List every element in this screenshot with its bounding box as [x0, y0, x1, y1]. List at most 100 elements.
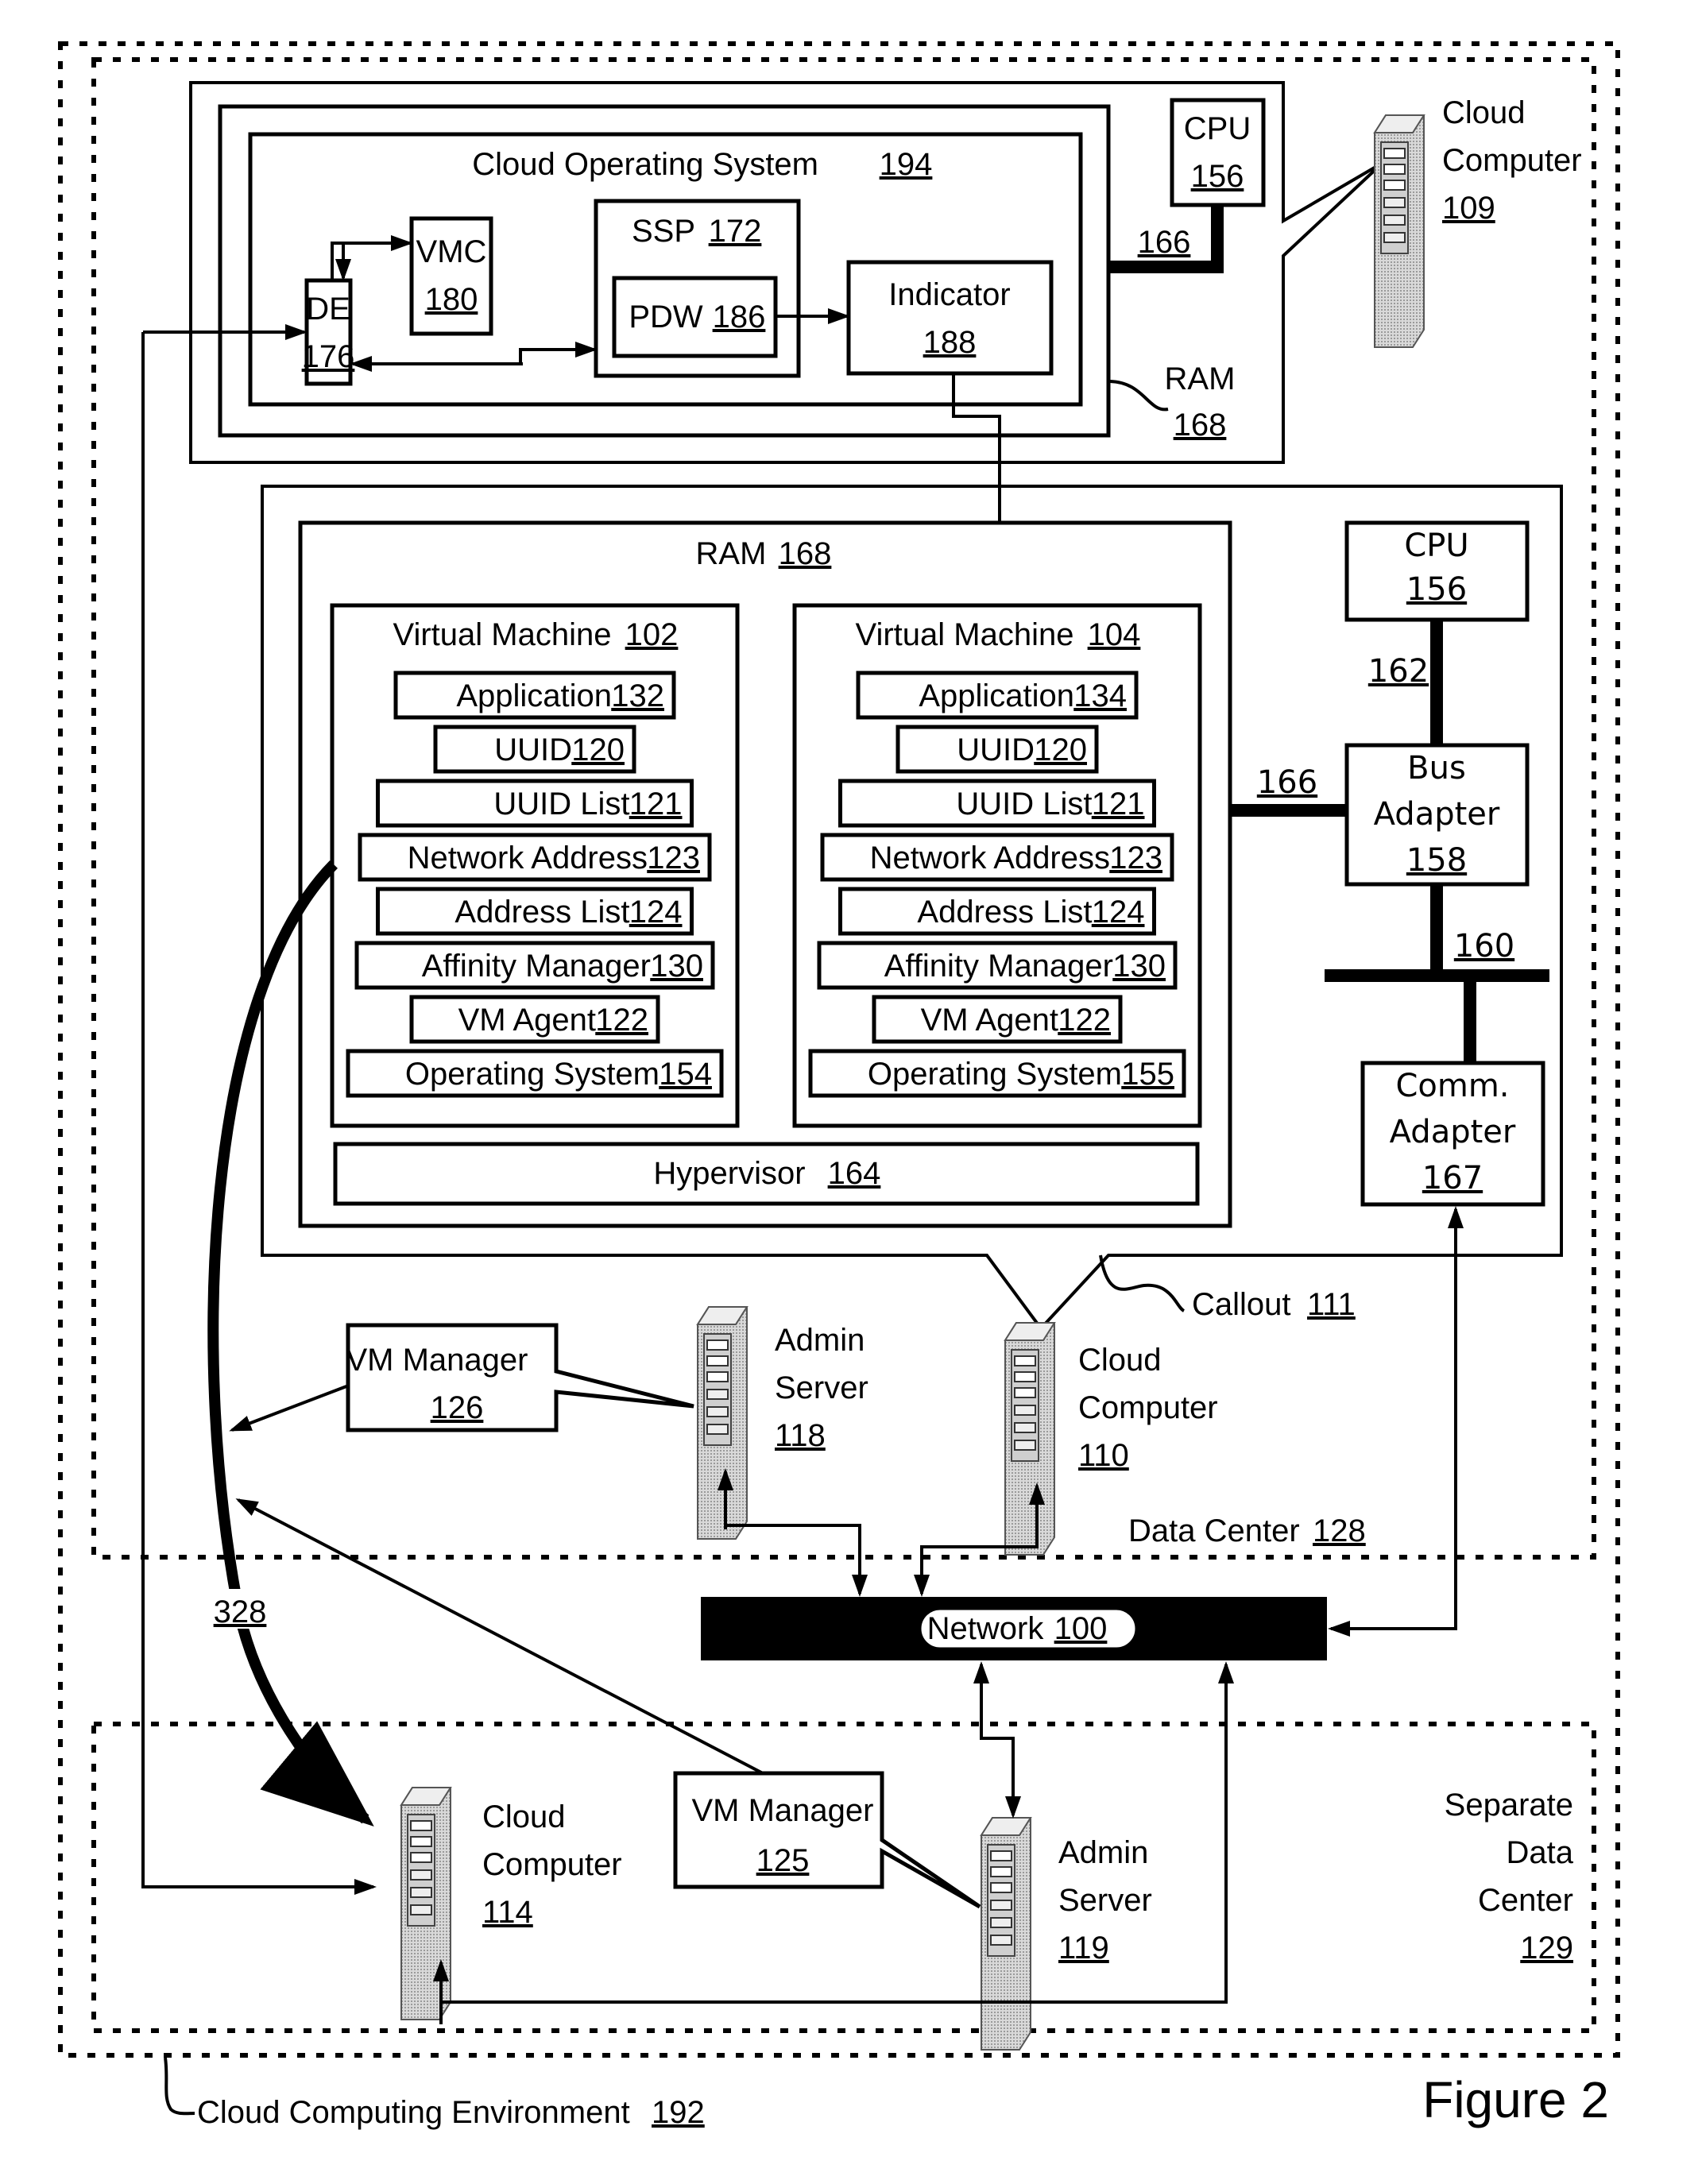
bus-adapter-num: 158	[1406, 842, 1467, 879]
vm-item-label: VM Agent	[921, 1003, 1058, 1038]
callout-111-label: Callout	[1192, 1287, 1291, 1322]
vm-item-num: 130	[1112, 949, 1166, 984]
ram-top-leader	[1108, 380, 1169, 412]
server-icon-114	[400, 1787, 451, 2020]
ram-top-label: RAM	[1165, 361, 1236, 396]
comm-network-arrow	[1328, 1212, 1457, 1637]
network-admin119-arrow	[980, 1664, 1021, 1819]
computer-114-line2: Computer	[482, 1847, 622, 1882]
vm-item-label: UUID List	[493, 787, 629, 821]
bus-adapter-line1: Bus	[1407, 750, 1466, 787]
separate-dc-line2: Data	[1507, 1835, 1574, 1870]
figure-label: Figure 2	[1422, 2071, 1609, 2128]
vm-item-label: Network Address	[870, 841, 1110, 876]
environment-leader	[164, 2057, 195, 2116]
admin-118-line1: Admin	[775, 1323, 865, 1358]
cloud-os-label: Cloud Operating System	[472, 147, 818, 182]
ssp-num: 172	[709, 214, 762, 249]
computer-110-line1: Cloud	[1078, 1343, 1162, 1378]
separate-dc-num: 129	[1520, 1931, 1573, 1966]
pdw-num: 186	[713, 300, 766, 334]
vm-item-num: 122	[1058, 1003, 1111, 1038]
bus-166-top-num: 166	[1138, 225, 1191, 260]
bus-162-num: 162	[1368, 653, 1429, 690]
server-icon-109	[1374, 114, 1425, 348]
admin-119-line1: Admin	[1058, 1835, 1148, 1870]
vm-manager-126[interactable]	[346, 1323, 694, 1432]
bus-166-callout-num: 166	[1257, 764, 1317, 801]
environment-num: 192	[652, 2095, 705, 2130]
vm-104-title: Virtual Machine	[856, 617, 1074, 652]
cloud-os-num: 194	[880, 147, 933, 182]
vm-item-label: Affinity Manager	[422, 949, 651, 984]
bus-160-num: 160	[1454, 928, 1514, 964]
vm-manager-125-arrow	[235, 1498, 764, 1775]
vm-item-num: 123	[1109, 841, 1162, 876]
migration-path-num: 328	[214, 1595, 267, 1629]
hypervisor-label: Hypervisor	[653, 1156, 805, 1191]
vm-item-num: 134	[1073, 678, 1127, 713]
indicator-num: 188	[923, 325, 977, 360]
network-label: Network	[927, 1611, 1045, 1646]
vm-item-label: Address List	[455, 895, 629, 930]
environment-label: Cloud Computing Environment	[197, 2095, 630, 2130]
vm-item-num: 155	[1121, 1057, 1174, 1092]
cpu-top-label: CPU	[1184, 111, 1251, 146]
vm-item-num: 121	[1092, 787, 1145, 821]
vm-item-num: 120	[1034, 733, 1087, 767]
vmc-num: 180	[425, 282, 478, 317]
comm-adapter-line2: Adapter	[1390, 1114, 1516, 1150]
vm-item-num: 123	[647, 841, 700, 876]
admin-119-line2: Server	[1058, 1883, 1152, 1918]
server-icon-118	[697, 1306, 748, 1540]
data-center-label: Data Center	[1128, 1513, 1300, 1548]
ram-top-num: 168	[1174, 408, 1227, 443]
admin-118-line2: Server	[775, 1370, 868, 1405]
comm-adapter-num: 167	[1422, 1160, 1483, 1196]
callout-111-leader	[1099, 1254, 1186, 1312]
vm-manager-126-arrow	[229, 1385, 347, 1432]
vm-item-label: VM Agent	[458, 1003, 596, 1038]
vm-104-num: 104	[1088, 617, 1141, 652]
admin-118-num: 118	[775, 1418, 826, 1453]
vm-item-label: Address List	[917, 895, 1092, 930]
vm-item-label: UUID	[957, 733, 1035, 767]
vm-102-title: Virtual Machine	[393, 617, 612, 652]
figure-diagram: Cloud Operating System 194 DE 176 VMC 18…	[58, 41, 1620, 2130]
computer-110-num: 110	[1078, 1438, 1129, 1473]
vm-item-label: Affinity Manager	[884, 949, 1113, 984]
vm-item-label: UUID	[494, 733, 572, 767]
server-icon-119	[981, 1817, 1031, 2051]
separate-dc-line1: Separate	[1445, 1788, 1573, 1823]
admin-119-num: 119	[1058, 1931, 1109, 1966]
data-center-num: 128	[1313, 1513, 1366, 1548]
indicator-label: Indicator	[888, 277, 1010, 312]
vm-item-num: 120	[571, 733, 625, 767]
separate-dc-line3: Center	[1478, 1883, 1573, 1918]
vm-item-num: 124	[1092, 895, 1145, 930]
vm-102-num: 102	[625, 617, 679, 652]
de-label: DE	[306, 292, 350, 327]
vm-item-num: 124	[629, 895, 683, 930]
vm-item-num: 122	[595, 1003, 648, 1038]
de-num: 176	[302, 339, 355, 374]
vm-manager-125-num: 125	[756, 1843, 810, 1878]
vmc-label: VMC	[416, 234, 487, 269]
ram-callout-num: 168	[779, 536, 832, 571]
cpu-callout-num: 156	[1406, 571, 1467, 608]
vm-item-label: Operating System	[405, 1057, 660, 1092]
bus-adapter-line2: Adapter	[1374, 796, 1500, 833]
vm-item-num: 121	[629, 787, 683, 821]
vm-manager-126-num: 126	[431, 1390, 484, 1425]
computer-110-line2: Computer	[1078, 1390, 1218, 1425]
vm-item-label: Application	[456, 678, 612, 713]
vm-item-num: 154	[659, 1057, 712, 1092]
network-num: 100	[1054, 1611, 1108, 1646]
computer-109-line2: Computer	[1442, 143, 1582, 178]
callout-111-num: 111	[1307, 1287, 1356, 1322]
comm-adapter-line1: Comm.	[1395, 1068, 1509, 1104]
computer-109-num: 109	[1442, 191, 1495, 226]
computer-109-line1: Cloud	[1442, 95, 1526, 130]
vm-item-num: 130	[650, 949, 703, 984]
vm-item-label: Network Address	[408, 841, 648, 876]
